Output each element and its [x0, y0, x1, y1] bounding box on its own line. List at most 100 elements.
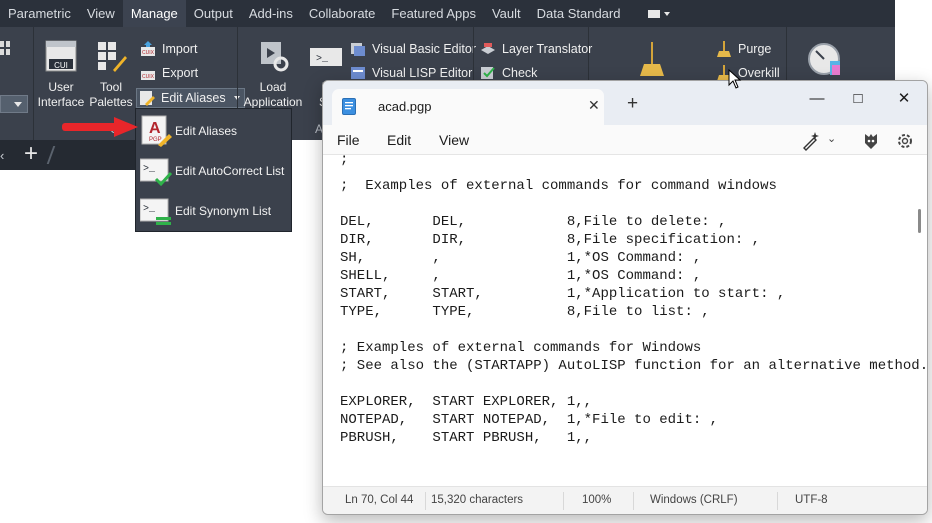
autocorrect-icon: >_ [140, 158, 172, 187]
menu-edit[interactable]: Edit [387, 132, 411, 148]
menu-item-edit-autocorrect-list[interactable]: >_ Edit AutoCorrect List [136, 151, 291, 191]
grid-icon [0, 41, 10, 55]
tab-featured-apps[interactable]: Featured Apps [383, 0, 484, 27]
notepad-title-bar: acad.pgp ✕ + — □ ✕ [323, 81, 927, 125]
text-line: DEL, DEL, 8,File to delete: , [340, 214, 727, 230]
tab-data-standard[interactable]: Data Standard [529, 0, 629, 27]
text-line: EXPLORER, START EXPLORER, 1,, [340, 394, 593, 410]
ribbon-display-toggle[interactable] [648, 9, 671, 19]
visual-basic-editor-label: Visual Basic Editor [372, 42, 476, 56]
close-window-icon[interactable]: ✕ [894, 89, 914, 109]
notepad-text-area[interactable]: ; ; Examples of external commands for co… [323, 155, 927, 486]
notepad-window: acad.pgp ✕ + — □ ✕ File Edit View ⌄ ; ; … [322, 80, 928, 515]
tab-vault[interactable]: Vault [484, 0, 529, 27]
status-zoom[interactable]: 100% [582, 494, 611, 506]
notepad-tab-title: acad.pgp [378, 99, 432, 114]
vlisp-editor-icon [351, 67, 365, 79]
workspace-dropdown[interactable] [0, 95, 28, 113]
edit-aliases-label: Edit Aliases [161, 91, 226, 105]
check-standards-icon [481, 67, 495, 79]
ribbon-tab-bar: Parametric View Manage Output Add-ins Co… [0, 0, 895, 27]
panel-toggle-icon [648, 9, 661, 18]
minimize-icon[interactable]: — [807, 89, 827, 109]
copilot-icon[interactable] [861, 131, 881, 151]
visual-basic-editor-button[interactable]: Visual Basic Editor [350, 40, 476, 58]
export-label: Export [162, 66, 199, 80]
status-line-ending[interactable]: Windows (CRLF) [650, 494, 738, 506]
text-line: SH, , 1,*OS Command: , [340, 250, 702, 266]
load-application-button[interactable]: Load Application [240, 40, 306, 110]
status-separator [425, 492, 426, 510]
menu-file[interactable]: File [337, 132, 360, 148]
pgp-aliases-icon: A PGP [141, 115, 172, 147]
tab-output[interactable]: Output [186, 0, 241, 27]
text-line: ; See also the (STARTAPP) AutoLISP funct… [340, 358, 927, 374]
tool-palettes-button[interactable]: Tool Palettes [88, 40, 134, 110]
text-line: ; [340, 155, 349, 168]
user-interface-label-2: Interface [37, 95, 85, 109]
vertical-scrollbar-thumb[interactable] [918, 209, 921, 233]
copilot-write-icon[interactable] [801, 131, 821, 151]
menu-item-label: Edit Synonym List [175, 204, 272, 218]
svg-text:>_: >_ [143, 204, 156, 215]
menu-item-edit-aliases[interactable]: A PGP Edit Aliases [136, 111, 291, 151]
performance-gauge-icon[interactable] [806, 41, 842, 77]
load-application-label-1: Load [259, 80, 287, 94]
notepad-menu-bar: File Edit View ⌄ [323, 125, 927, 155]
user-interface-button[interactable]: CUI User Interface [36, 40, 86, 110]
status-separator [563, 492, 564, 510]
chevron-down-icon [664, 11, 671, 16]
tool-palettes-icon [98, 42, 127, 72]
tab-parametric[interactable]: Parametric [0, 0, 79, 27]
export-cuix-icon: CUIX [141, 71, 155, 80]
purge-label: Purge [738, 42, 772, 56]
text-line: NOTEPAD, START NOTEPAD, 1,*File to edit:… [340, 412, 719, 428]
import-cuix-icon: CUIX [141, 41, 155, 56]
layer-translator-label: Layer Translator [502, 42, 593, 56]
tool-palettes-label-1: Tool [99, 80, 122, 94]
load-application-icon [261, 42, 289, 72]
text-line: START, START, 1,*Application to start: , [340, 286, 786, 302]
mouse-pointer-icon [728, 69, 742, 89]
user-interface-label-1: User [48, 80, 74, 94]
maximize-icon[interactable]: □ [848, 89, 868, 109]
tool-palettes-label-2: Palettes [89, 95, 133, 109]
chevron-left-icon[interactable]: ‹ [0, 148, 4, 163]
text-line: SHELL, , 1,*OS Command: , [340, 268, 702, 284]
status-character-count: 15,320 characters [431, 494, 524, 506]
tab-add-ins[interactable]: Add-ins [241, 0, 301, 27]
edit-aliases-flyout-menu: A PGP Edit Aliases >_ Edit AutoCorrect L… [135, 108, 292, 232]
close-tab-icon[interactable]: ✕ [588, 97, 600, 114]
notepad-document-tab[interactable]: acad.pgp ✕ [332, 89, 604, 125]
layer-translator-button[interactable]: Layer Translator [480, 40, 592, 58]
text-line: DIR, DIR, 8,File specification: , [340, 232, 761, 248]
edit-aliases-dropdown-button[interactable]: Edit Aliases [136, 88, 245, 108]
text-line: TYPE, TYPE, 8,File to list: , [340, 304, 710, 320]
menu-view[interactable]: View [439, 132, 469, 148]
status-separator [633, 492, 634, 510]
cuix-badge: CUIX [142, 74, 155, 80]
new-tab-icon[interactable]: + [627, 94, 638, 113]
import-button[interactable]: CUIX Import [140, 40, 197, 58]
status-encoding[interactable]: UTF-8 [795, 494, 828, 506]
alias-letter: A [149, 120, 161, 137]
tab-view[interactable]: View [79, 0, 123, 27]
menu-item-label: Edit Aliases [175, 124, 238, 138]
menu-item-edit-synonym-list[interactable]: >_ Edit Synonym List [136, 191, 291, 231]
tab-divider [46, 146, 56, 164]
menu-item-label: Edit AutoCorrect List [175, 164, 285, 178]
red-arrow-annotation [62, 117, 138, 137]
import-label: Import [162, 42, 198, 56]
status-separator [777, 492, 778, 510]
new-tab-icon[interactable]: + [24, 142, 38, 166]
run-script-icon: >_ [310, 48, 342, 66]
settings-gear-icon[interactable] [895, 131, 915, 151]
purge-button[interactable]: Purge [716, 40, 771, 58]
text-line: PBRUSH, START PBRUSH, 1,, [340, 430, 593, 446]
tab-manage[interactable]: Manage [122, 0, 186, 27]
tab-collaborate[interactable]: Collaborate [301, 0, 384, 27]
edit-aliases-icon [140, 91, 155, 106]
chevron-down-icon[interactable]: ⌄ [827, 132, 836, 145]
broom-icon [640, 42, 664, 76]
export-button[interactable]: CUIX Export [140, 64, 198, 82]
